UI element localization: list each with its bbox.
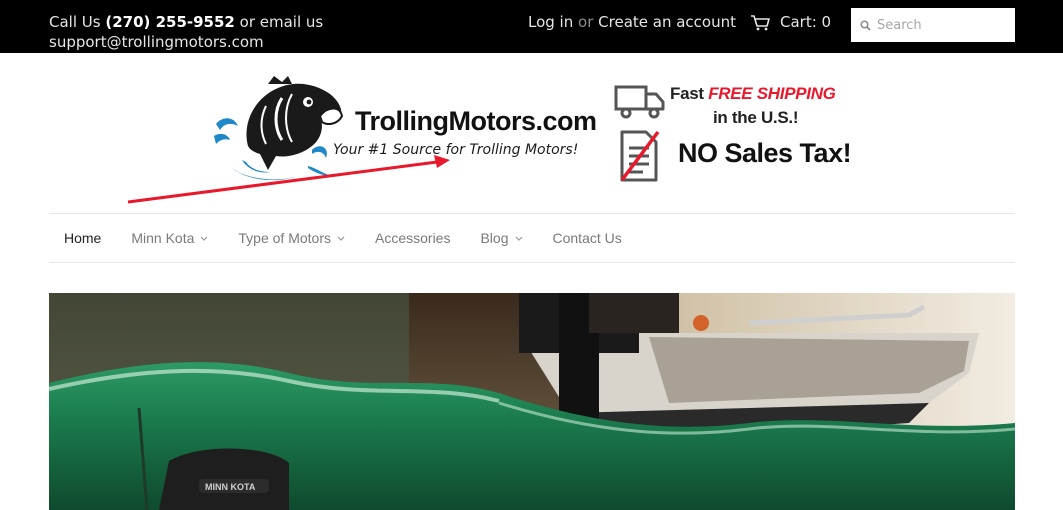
search-box: [851, 8, 1015, 42]
nav-item-blog[interactable]: Blog: [480, 230, 522, 246]
chevron-down-icon: [337, 236, 345, 241]
free-shipping-banner: Fast FREE SHIPPING in the U.S.!: [670, 82, 850, 130]
contact-mid: or email us: [239, 13, 324, 31]
no-sales-tax-text: NO Sales Tax!: [678, 138, 852, 168]
cart-icon: [751, 14, 770, 30]
bass-fish-logo-icon: [214, 76, 344, 181]
login-link[interactable]: Log in: [528, 13, 573, 31]
truck-icon: [614, 85, 665, 119]
shipping-fast: Fast: [670, 84, 704, 103]
nav-item-label: Blog: [480, 230, 509, 246]
hero-motor-brand: MINN KOTA: [205, 482, 256, 492]
search-icon: [860, 19, 871, 31]
nav-item-label: Type of Motors: [238, 230, 331, 246]
shipping-line2: in the U.S.!: [713, 108, 799, 127]
site-logo[interactable]: TrollingMotors.com Your #1 Source for Tr…: [212, 76, 612, 188]
hero-boat-water-illustration: MINN KOTA: [49, 293, 1015, 510]
nav-list: Home Minn Kota Type of Motors Accessories Bl…: [49, 214, 1015, 262]
logo-name: TrollingMotors.com: [355, 106, 597, 136]
search-input[interactable]: [877, 17, 1007, 33]
nav-item-label: Contact Us: [552, 230, 622, 246]
nav-item-accessories[interactable]: Accessories: [375, 230, 450, 246]
cart-label: Cart: 0: [780, 13, 832, 31]
main-nav: Home Minn Kota Type of Motors Accessories Bl…: [49, 213, 1015, 263]
top-bar: Call Us (270) 255-9552 or email us suppo…: [0, 0, 1063, 53]
hero-image[interactable]: MINN KOTA: [49, 293, 1015, 510]
logo-tagline: Your #1 Source for Trolling Motors!: [333, 142, 579, 158]
contact-prefix: Call Us: [49, 13, 101, 31]
contact-info: Call Us (270) 255-9552 or email us suppo…: [49, 12, 323, 52]
phone-number[interactable]: (270) 255-9552: [105, 13, 235, 31]
or-text: or: [578, 13, 594, 31]
nav-item-minn-kota[interactable]: Minn Kota: [131, 230, 208, 246]
email-link[interactable]: support@trollingmotors.com: [49, 33, 264, 51]
nav-item-contact-us[interactable]: Contact Us: [553, 230, 622, 246]
no-tax-document-icon: [620, 130, 660, 182]
nav-item-type-of-motors[interactable]: Type of Motors: [238, 230, 345, 246]
chevron-down-icon: [515, 236, 522, 241]
nav-item-label: Minn Kota: [131, 230, 195, 246]
account-links: Log in or Create an account: [528, 13, 736, 31]
nav-item-label: Accessories: [375, 230, 451, 246]
chevron-down-icon: [200, 236, 208, 241]
nav-item-home[interactable]: Home: [64, 230, 101, 246]
cart-link[interactable]: Cart: 0: [750, 13, 831, 31]
shipping-free: FREE SHIPPING: [708, 84, 836, 103]
nav-item-label: Home: [64, 230, 102, 246]
create-account-link[interactable]: Create an account: [598, 13, 736, 31]
